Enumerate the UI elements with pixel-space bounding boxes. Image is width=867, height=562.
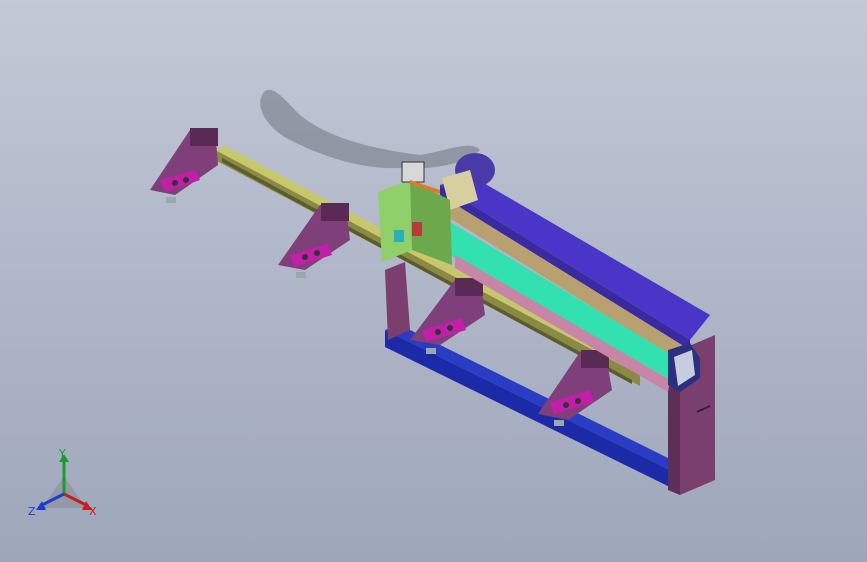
carriage-spindle	[401, 161, 425, 183]
support-bracket-1[interactable]	[150, 128, 218, 203]
support-bracket-4[interactable]	[538, 350, 612, 426]
triad-z-label: Z	[28, 505, 36, 518]
cad-assembly-model[interactable]	[0, 0, 867, 562]
support-bracket-2[interactable]	[278, 203, 350, 278]
cad-graphics-viewport[interactable]: Y X Z	[0, 0, 867, 562]
carriage-assembly[interactable]	[378, 161, 452, 265]
model-shadow	[260, 89, 480, 169]
left-upright	[385, 262, 410, 340]
triad-y-label: Y	[59, 447, 66, 460]
carriage-block-cyan	[394, 230, 404, 242]
carriage-plate	[378, 180, 412, 262]
triad-x-label: X	[89, 505, 97, 518]
orientation-triad: Y X Z	[22, 446, 106, 526]
carriage-block-red	[412, 222, 422, 236]
